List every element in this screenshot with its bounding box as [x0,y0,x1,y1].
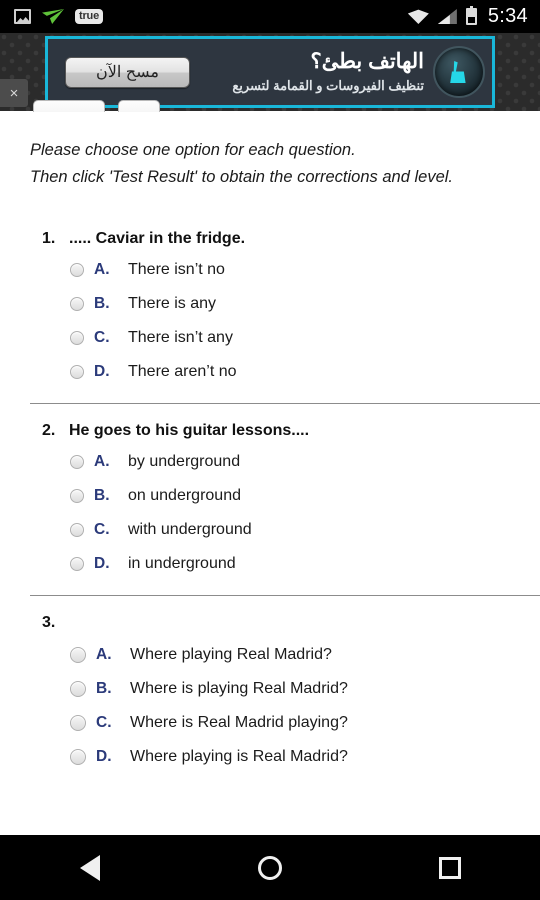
option-text: in underground [128,555,236,573]
option-letter: D. [94,363,110,381]
radio-button[interactable] [70,557,84,572]
paper-plane-icon [42,9,64,24]
radio-button[interactable] [70,331,84,346]
question-3-option-a[interactable]: A. Where playing Real Madrid? [70,638,540,672]
nav-home-button[interactable] [225,844,315,892]
instructions: Please choose one option for each questi… [0,112,540,190]
question-3-number: 3. [42,614,56,632]
option-text: by underground [128,453,241,471]
back-icon [80,854,100,881]
radio-button[interactable] [70,523,84,538]
radio-button[interactable] [70,715,86,732]
radio-button[interactable] [70,749,86,766]
battery-icon [465,6,477,25]
question-3-header: 3. [0,596,540,632]
option-text: Where playing Real Madrid? [130,646,332,664]
ad-subtext: تنظيف الفيروسات و القمامة لتسريع [232,77,424,93]
status-bar-system-icons: 5:34 [407,5,540,28]
question-1-header: 1. ..... Caviar in the fridge. [0,212,540,248]
cellular-signal-icon [437,9,457,24]
radio-button[interactable] [70,297,84,312]
option-text: Where playing is Real Madrid? [130,748,348,766]
android-navigation-bar [0,835,540,900]
option-letter: C. [94,329,110,347]
question-3-option-c[interactable]: C. Where is Real Madrid playing? [70,706,540,740]
nav-recents-button[interactable] [405,844,495,892]
instructions-line-1: Please choose one option for each questi… [30,141,356,159]
ad-cta-button[interactable]: مسح الآن [65,56,190,88]
status-bar: true 5:34 [0,0,540,33]
radio-button[interactable] [70,647,86,664]
radio-button[interactable] [70,263,84,278]
ad-close-icon[interactable]: × [0,79,28,107]
question-2-option-a[interactable]: A. by underground [70,445,540,479]
option-text: on underground [128,487,241,505]
option-text: Where is Real Madrid playing? [130,714,348,732]
question-2-option-d[interactable]: D. in underground [70,547,540,581]
radio-button[interactable] [70,489,84,504]
option-letter: B. [96,680,112,698]
ad-headline: الهاتف بطئ؟ [310,50,424,74]
question-1-option-a[interactable]: A. There isn’t no [70,253,540,287]
broom-cleaner-icon [433,46,485,98]
status-bar-clock: 5:34 [487,5,528,27]
recents-icon [439,856,461,879]
home-icon [258,855,282,880]
question-3-option-b[interactable]: B. Where is playing Real Madrid? [70,672,540,706]
option-letter: B. [94,487,110,505]
question-2-option-c[interactable]: C. with underground [70,513,540,547]
instructions-line-2: Then click 'Test Result' to obtain the c… [30,167,453,186]
question-1-number: 1. [42,230,56,248]
wifi-icon [407,9,429,24]
option-text: There is any [128,295,217,313]
option-letter: A. [96,646,112,664]
question-3-option-d[interactable]: D. Where playing is Real Madrid? [70,740,540,774]
question-1-text: ..... Caviar in the fridge. [69,230,246,248]
option-text: There aren’t no [128,363,237,381]
option-letter: C. [94,521,110,539]
option-letter: A. [94,261,110,279]
option-text: Where is playing Real Madrid? [130,680,348,698]
option-letter: D. [94,555,110,573]
question-1-option-c[interactable]: C. There isn’t any [70,321,540,355]
question-1-options: A. There isn’t no B. There is any C. The… [0,248,540,389]
question-2: 2. He goes to his guitar lessons.... A. … [0,404,540,597]
ad-text-block: الهاتف بطئ؟ تنظيف الفيروسات و القمامة لت… [232,50,433,93]
question-2-header: 2. He goes to his guitar lessons.... [0,404,540,440]
question-2-options: A. by underground B. on underground C. w… [0,440,540,581]
status-bar-notification-icons: true [0,8,103,25]
option-text: There isn’t any [128,329,233,347]
option-text: with underground [128,521,252,539]
radio-button[interactable] [70,365,84,380]
radio-button[interactable] [70,455,84,470]
radio-button[interactable] [70,681,86,698]
option-letter: D. [96,748,112,766]
question-1-option-b[interactable]: B. There is any [70,287,540,321]
question-2-option-b[interactable]: B. on underground [70,479,540,513]
nav-back-button[interactable] [45,844,135,892]
question-1-option-d[interactable]: D. There aren’t no [70,355,540,389]
question-2-text: He goes to his guitar lessons.... [69,422,310,440]
option-letter: A. [94,453,110,471]
screenshot-icon [14,9,31,24]
option-letter: C. [96,714,112,732]
true-badge-icon: true [75,8,103,25]
quiz-content: Please choose one option for each questi… [0,112,540,835]
question-2-number: 2. [42,422,56,440]
option-letter: B. [94,295,110,313]
question-3-options: A. Where playing Real Madrid? B. Where i… [0,632,540,774]
question-1: 1. ..... Caviar in the fridge. A. There … [0,212,540,405]
ad-banner[interactable]: مسح الآن الهاتف بطئ؟ تنظيف الفيروسات و ا… [45,36,495,108]
option-text: There isn’t no [128,261,225,279]
question-3: 3. A. Where playing Real Madrid? B. Wher… [0,596,540,774]
phone-screen: true 5:34 × مسح الآن الهاتف بطئ؟ تنظيف ا… [0,0,540,900]
